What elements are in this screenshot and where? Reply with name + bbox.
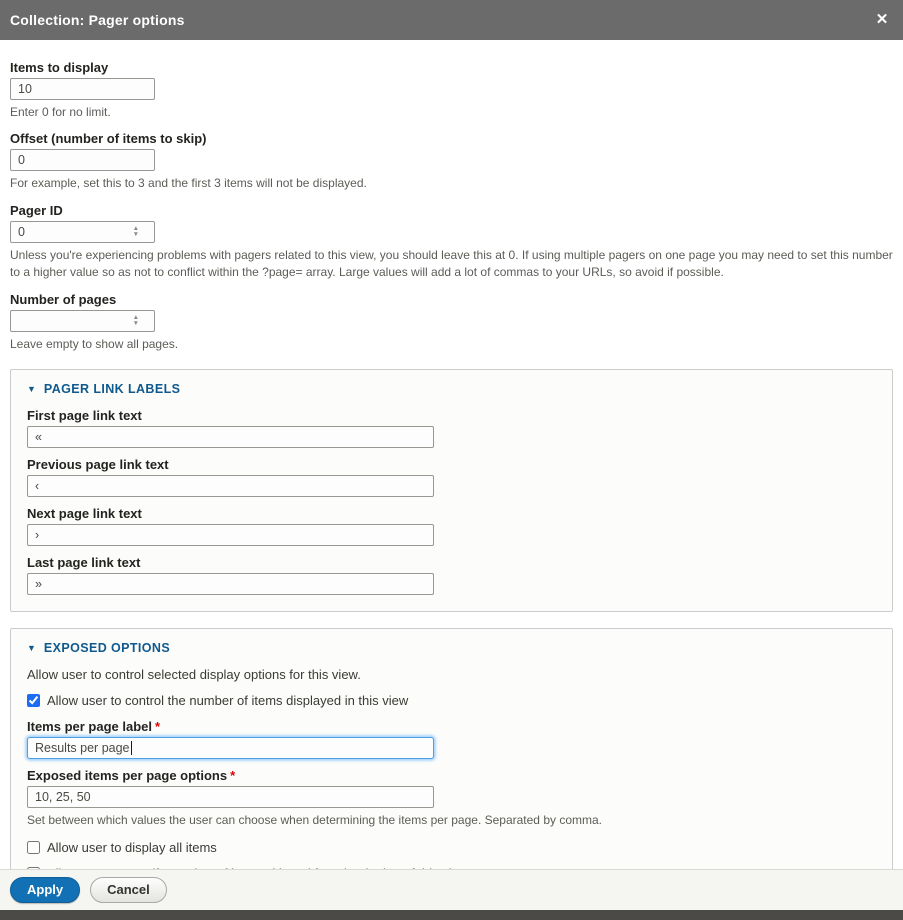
- pager-link-labels-legend[interactable]: ▼ PAGER LINK LABELS: [27, 380, 876, 396]
- items-per-page-label-group: Items per page label*: [27, 719, 876, 759]
- number-spinner-icon[interactable]: ▲ ▼: [133, 315, 139, 327]
- pager-link-labels-fieldset: ▼ PAGER LINK LABELS First page link text…: [10, 369, 893, 612]
- exposed-items-options-group: Exposed items per page options* Set betw…: [27, 768, 876, 829]
- items-per-page-label-label: Items per page label*: [27, 719, 876, 734]
- previous-page-link-label: Previous page link text: [27, 457, 876, 472]
- next-page-link-group: Next page link text: [27, 506, 876, 546]
- first-page-link-label: First page link text: [27, 408, 876, 423]
- first-page-link-group: First page link text: [27, 408, 876, 448]
- legend-text: PAGER LINK LABELS: [44, 382, 180, 396]
- last-page-link-group: Last page link text: [27, 555, 876, 595]
- label-text: Items per page label: [27, 719, 152, 734]
- number-spinner-icon[interactable]: ▲ ▼: [133, 226, 139, 238]
- last-page-link-input[interactable]: [27, 573, 434, 595]
- items-to-display-label: Items to display: [10, 60, 893, 75]
- required-asterisk: *: [230, 768, 235, 783]
- cancel-button[interactable]: Cancel: [90, 877, 167, 903]
- items-to-display-input[interactable]: [10, 78, 155, 100]
- pager-id-label: Pager ID: [10, 203, 893, 218]
- spinner-down-icon[interactable]: ▼: [133, 232, 139, 238]
- number-of-pages-group: Number of pages ▲ ▼ Leave empty to show …: [10, 292, 893, 353]
- next-page-link-input[interactable]: [27, 524, 434, 546]
- items-per-page-label-input[interactable]: [27, 737, 434, 759]
- exposed-items-options-help: Set between which values the user can ch…: [27, 812, 876, 829]
- page-background-bar: [0, 910, 903, 920]
- items-to-display-group: Items to display Enter 0 for no limit.: [10, 60, 893, 121]
- display-all-checkbox[interactable]: [27, 841, 40, 854]
- exposed-options-fieldset: ▼ EXPOSED OPTIONS Allow user to control …: [10, 628, 893, 869]
- apply-button[interactable]: Apply: [10, 877, 80, 903]
- items-to-display-help: Enter 0 for no limit.: [10, 104, 893, 121]
- legend-text: EXPOSED OPTIONS: [44, 641, 170, 655]
- text-caret: [131, 741, 132, 755]
- number-of-pages-label: Number of pages: [10, 292, 893, 307]
- previous-page-link-input[interactable]: [27, 475, 434, 497]
- required-asterisk: *: [155, 719, 160, 734]
- label-text: Exposed items per page options: [27, 768, 227, 783]
- exposed-options-description: Allow user to control selected display o…: [27, 667, 876, 682]
- pager-id-help: Unless you're experiencing problems with…: [10, 247, 893, 282]
- collapse-arrow-icon: ▼: [27, 643, 36, 653]
- number-of-pages-help: Leave empty to show all pages.: [10, 336, 893, 353]
- previous-page-link-group: Previous page link text: [27, 457, 876, 497]
- offset-help: For example, set this to 3 and the first…: [10, 175, 893, 192]
- next-page-link-label: Next page link text: [27, 506, 876, 521]
- dialog-title: Collection: Pager options: [10, 12, 185, 28]
- display-all-checkbox-row: Allow user to display all items: [27, 840, 876, 855]
- exposed-items-options-input[interactable]: [27, 786, 434, 808]
- control-items-checkbox[interactable]: [27, 694, 40, 707]
- close-icon[interactable]: ✕: [871, 9, 893, 31]
- dialog-footer: Apply Cancel: [0, 870, 903, 910]
- dialog-content: Items to display Enter 0 for no limit. O…: [0, 40, 903, 869]
- pager-options-dialog: Collection: Pager options ✕ Items to dis…: [0, 0, 903, 920]
- offset-input[interactable]: [10, 149, 155, 171]
- control-items-checkbox-row: Allow user to control the number of item…: [27, 693, 876, 708]
- offset-label: Offset (number of items to skip): [10, 131, 893, 146]
- control-items-checkbox-label: Allow user to control the number of item…: [47, 693, 408, 708]
- display-all-checkbox-label: Allow user to display all items: [47, 840, 217, 855]
- dialog-titlebar: Collection: Pager options ✕: [0, 0, 903, 40]
- spinner-down-icon[interactable]: ▼: [133, 321, 139, 327]
- pager-id-group: Pager ID ▲ ▼ Unless you're experiencing …: [10, 203, 893, 282]
- last-page-link-label: Last page link text: [27, 555, 876, 570]
- offset-group: Offset (number of items to skip) For exa…: [10, 131, 893, 192]
- collapse-arrow-icon: ▼: [27, 384, 36, 394]
- first-page-link-input[interactable]: [27, 426, 434, 448]
- exposed-items-options-label: Exposed items per page options*: [27, 768, 876, 783]
- exposed-options-legend[interactable]: ▼ EXPOSED OPTIONS: [27, 639, 876, 655]
